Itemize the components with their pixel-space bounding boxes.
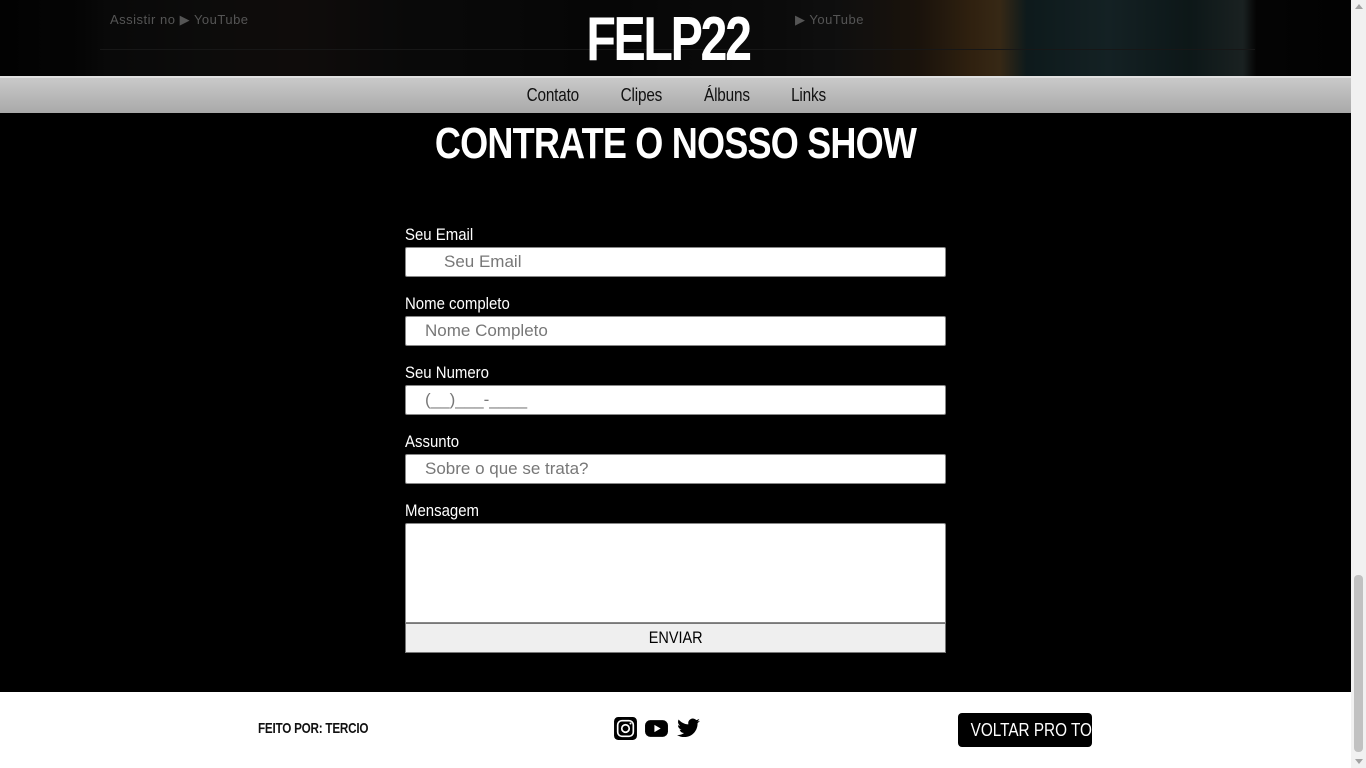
contact-form: Seu Email Nome completo Seu Numero Assun… xyxy=(405,222,946,653)
submit-button[interactable]: ENVIAR xyxy=(405,623,946,653)
back-to-top-button[interactable]: VOLTAR PRO TOPO xyxy=(958,713,1114,747)
footer-credit: FEITO POR: TERCIO xyxy=(258,720,369,737)
twitter-icon[interactable] xyxy=(675,716,700,741)
social-links xyxy=(613,716,700,741)
nav-item-albuns[interactable]: Álbuns xyxy=(690,85,765,106)
phone-field[interactable] xyxy=(405,385,946,415)
instagram-icon[interactable] xyxy=(613,716,638,741)
subject-field[interactable] xyxy=(405,454,946,484)
phone-label: Seu Numero xyxy=(405,363,489,382)
email-field[interactable] xyxy=(405,247,946,277)
nav-item-links[interactable]: Links xyxy=(777,85,841,106)
hero-banner: Assistir no ▶ YouTube ▶ YouTube FELP22 xyxy=(0,0,1351,76)
submit-button-label: ENVIAR xyxy=(648,628,703,647)
site-title: FELP22 xyxy=(586,5,752,74)
scrollbar-thumb[interactable] xyxy=(1354,575,1363,752)
main-nav: Contato Clipes Álbuns Links xyxy=(0,76,1351,113)
email-label: Seu Email xyxy=(405,225,474,244)
section-title: CONTRATE O NOSSO SHOW xyxy=(434,119,917,168)
full-name-field[interactable] xyxy=(405,316,946,346)
name-label: Nome completo xyxy=(405,294,510,313)
subject-label: Assunto xyxy=(405,432,460,451)
youtube-icon[interactable] xyxy=(644,716,669,741)
back-to-top-label: VOLTAR PRO TOPO xyxy=(970,720,1115,740)
scroll-down-arrow-icon[interactable] xyxy=(1355,759,1363,764)
message-field[interactable] xyxy=(405,523,946,623)
page-scrollbar[interactable] xyxy=(1351,0,1366,768)
message-label: Mensagem xyxy=(405,501,480,520)
nav-item-clipes[interactable]: Clipes xyxy=(607,85,677,106)
nav-item-contato[interactable]: Contato xyxy=(512,85,593,106)
scroll-up-arrow-icon[interactable] xyxy=(1355,4,1363,9)
footer: FEITO POR: TERCIO VOLTAR PRO TOPO xyxy=(0,692,1351,768)
